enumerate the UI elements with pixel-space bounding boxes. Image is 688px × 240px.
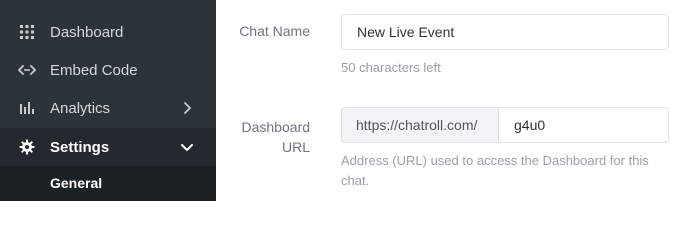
- sidebar-item-label: Embed Code: [50, 61, 138, 79]
- gear-icon: [18, 138, 36, 156]
- url-prefix-addon: https://chatroll.com/: [341, 107, 498, 143]
- chat-name-input[interactable]: New Live Event: [341, 14, 669, 50]
- dashboard-url-help-line2: chat.: [341, 173, 370, 188]
- code-icon: [18, 61, 36, 79]
- sidebar: Dashboard Embed Code Analytics Settings …: [0, 0, 216, 201]
- settings-subnav: General: [0, 166, 216, 201]
- dashboard-url-label: Dashboard URL: [242, 117, 311, 157]
- sidebar-item-dashboard[interactable]: Dashboard: [0, 13, 216, 51]
- chevron-down-icon: [181, 144, 193, 151]
- bar-chart-icon: [18, 99, 36, 117]
- chat-name-label: Chat Name: [239, 23, 310, 39]
- subnav-item-general[interactable]: General: [50, 175, 102, 191]
- chevron-right-icon: [184, 102, 191, 114]
- sidebar-item-embed-code[interactable]: Embed Code: [0, 51, 216, 89]
- dashboard-url-help: Address (URL) used to access the Dashboa…: [341, 151, 649, 191]
- dashboard-url-label-line2: URL: [281, 139, 310, 155]
- dashboard-url-help-line1: Address (URL) used to access the Dashboa…: [341, 153, 649, 168]
- chat-name-help: 50 characters left: [341, 60, 441, 75]
- dashboard-url-input[interactable]: g4u0: [498, 107, 669, 143]
- sidebar-item-label: Settings: [50, 138, 110, 156]
- sidebar-item-label: Analytics: [50, 99, 111, 117]
- sidebar-item-analytics[interactable]: Analytics: [0, 89, 216, 127]
- sidebar-item-label: Dashboard: [50, 23, 124, 41]
- grid-icon: [18, 23, 36, 41]
- dashboard-url-label-line1: Dashboard: [241, 119, 311, 135]
- sidebar-item-settings[interactable]: Settings: [0, 128, 216, 166]
